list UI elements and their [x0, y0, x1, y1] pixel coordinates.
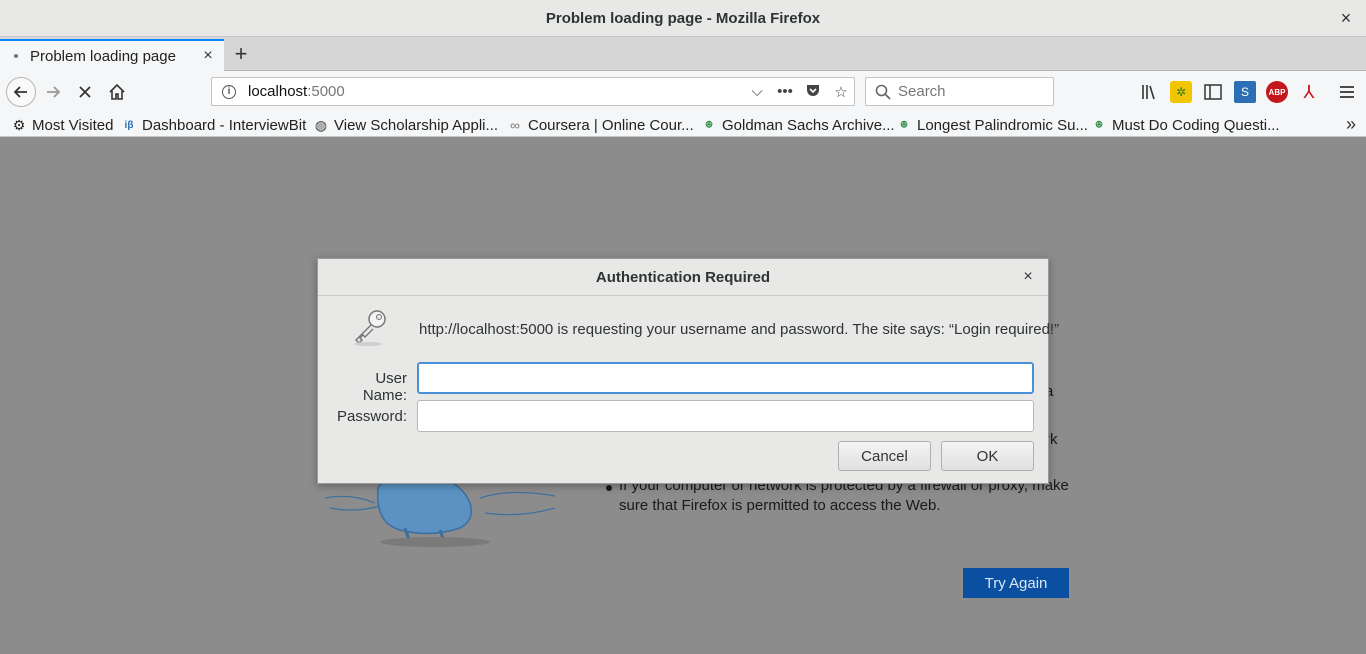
bookmark-label: View Scholarship Appli...: [334, 116, 498, 134]
firewall-hint-line-2: sure that Firefox is permitted to access…: [619, 497, 941, 514]
dialog-header: Authentication Required ×: [318, 259, 1048, 296]
bookmark-must-do-coding[interactable]: ꔮ Must Do Coding Questi...: [1092, 116, 1280, 134]
bookmark-interviewbit[interactable]: iβ Dashboard - InterviewBit: [122, 116, 307, 134]
dialog-close-button[interactable]: ×: [1018, 267, 1038, 287]
home-button[interactable]: [102, 77, 132, 107]
try-again-button[interactable]: Try Again: [963, 568, 1069, 598]
password-label: Password:: [336, 408, 407, 425]
tab-label: Problem loading page: [30, 47, 176, 65]
bookmark-label: Most Visited: [32, 116, 114, 134]
site-info-icon[interactable]: i: [222, 84, 236, 99]
forward-arrow-icon: [47, 86, 61, 98]
pocket-icon[interactable]: [804, 82, 822, 102]
search-input[interactable]: [898, 83, 1048, 100]
stop-icon: [79, 86, 91, 98]
bookmark-goldman-sachs[interactable]: ꔮ Goldman Sachs Archive...: [702, 116, 895, 134]
new-tab-button[interactable]: +: [228, 41, 254, 67]
sidebar-icon[interactable]: [1202, 81, 1224, 103]
tab-close-button[interactable]: ×: [198, 46, 218, 66]
bookmark-coursera[interactable]: ∞ Coursera | Online Cour...: [508, 116, 694, 134]
coursera-icon: ∞: [510, 117, 520, 133]
bullet-marker: [606, 485, 612, 491]
toolbar-icons: ✲ S ABP ⅄: [1138, 81, 1358, 103]
authentication-dialog: Authentication Required × http://localho…: [317, 258, 1059, 484]
url-port: :5000: [307, 83, 345, 100]
dialog-title: Authentication Required: [595, 268, 771, 286]
back-arrow-icon: [13, 86, 27, 98]
acrobat-icon[interactable]: ⅄: [1298, 81, 1320, 103]
tab-problem-loading-page[interactable]: Problem loading page ×: [0, 39, 224, 71]
key-icon: [354, 310, 386, 346]
globe-icon: ◍: [314, 116, 328, 133]
bookmark-label: Longest Palindromic Su...: [917, 116, 1088, 134]
bookmark-label: Must Do Coding Questi...: [1112, 116, 1280, 134]
bookmark-scholarship[interactable]: ◍ View Scholarship Appli...: [314, 116, 498, 134]
stop-button[interactable]: [70, 77, 100, 107]
ok-button[interactable]: OK: [941, 441, 1034, 471]
bookmark-most-visited[interactable]: ⚙ Most Visited: [12, 116, 114, 134]
interviewbit-icon: iβ: [124, 119, 134, 131]
bookmark-label: Dashboard - InterviewBit: [142, 116, 307, 134]
search-bar[interactable]: [865, 77, 1054, 106]
menu-icon[interactable]: [1336, 81, 1358, 103]
gfg-icon: ꔮ: [900, 119, 908, 131]
tab-strip: Problem loading page × +: [0, 37, 1366, 71]
url-dropdown-icon[interactable]: ⌵: [748, 83, 766, 100]
navigation-toolbar: i localhost:5000 ⌵ ••• ☆ ✲ S ABP ⅄: [0, 71, 1366, 113]
back-button[interactable]: [6, 77, 36, 107]
gfg-icon: ꔮ: [705, 119, 713, 131]
cancel-button[interactable]: Cancel: [838, 441, 931, 471]
window-close-button[interactable]: ×: [1336, 8, 1356, 28]
window-titlebar: Problem loading page - Mozilla Firefox ×: [0, 0, 1366, 37]
bookmark-longest-palindromic[interactable]: ꔮ Longest Palindromic Su...: [897, 116, 1088, 134]
page-actions-icon[interactable]: •••: [776, 83, 794, 100]
forward-button[interactable]: [38, 77, 68, 107]
username-label: User Name:: [362, 370, 407, 404]
gfg-icon: ꔮ: [1095, 119, 1103, 131]
extension-green-icon[interactable]: ✲: [1170, 81, 1192, 103]
username-input[interactable]: [417, 362, 1034, 394]
home-icon: [109, 83, 125, 100]
bookmark-star-icon[interactable]: ☆: [832, 83, 850, 101]
extension-s-icon[interactable]: S: [1234, 81, 1256, 103]
window-title: Problem loading page - Mozilla Firefox: [545, 9, 821, 27]
adblock-plus-icon[interactable]: ABP: [1266, 81, 1288, 103]
library-icon[interactable]: [1138, 81, 1160, 103]
url-bar[interactable]: i localhost:5000 ⌵ ••• ☆: [211, 77, 855, 106]
bookmarks-overflow-icon[interactable]: »: [1346, 114, 1356, 135]
tab-loading-icon: [14, 54, 18, 58]
search-icon: [875, 84, 891, 100]
bookmark-label: Goldman Sachs Archive...: [722, 116, 895, 134]
url-host: localhost: [248, 83, 308, 100]
auth-message: http://localhost:5000 is requesting your…: [419, 321, 1060, 338]
gear-icon: ⚙: [12, 116, 26, 133]
bookmarks-toolbar: ⚙ Most Visited iβ Dashboard - InterviewB…: [0, 113, 1366, 137]
password-input[interactable]: [417, 400, 1034, 432]
bookmark-label: Coursera | Online Cour...: [528, 116, 694, 134]
